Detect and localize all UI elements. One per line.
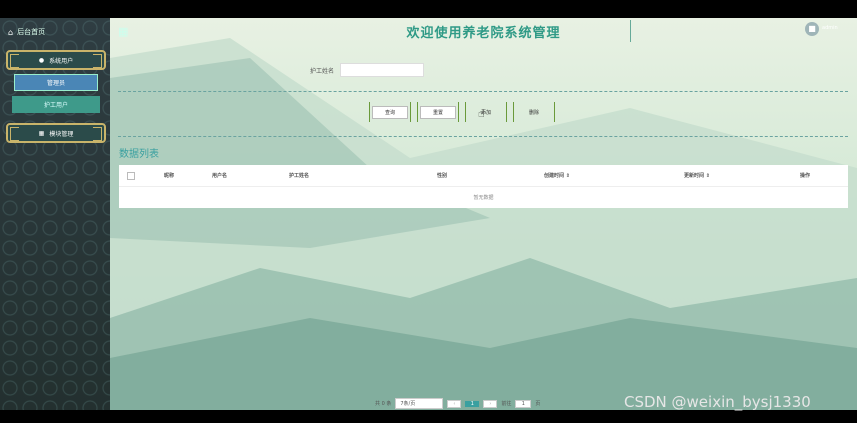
menu-system-users-label: 系统用户 xyxy=(49,57,74,65)
divider-bottom xyxy=(118,136,848,137)
avatar[interactable]: ■ xyxy=(805,22,819,36)
select-all-checkbox[interactable] xyxy=(127,172,135,180)
action-buttons: 查询 重置 添加 删除 xyxy=(369,102,555,122)
table-header: 昵称 用户名 护工姓名 性别 创建时间 ⇕ 更新时间 ⇕ 操作 xyxy=(119,165,848,187)
pagination-total: 共 0 条 xyxy=(375,401,392,407)
pagination: 共 0 条 7条/页 ‹ 1 › 前往 1 页 xyxy=(375,398,540,409)
app-window: ⌂ 后台首页 ● 系统用户 管理员 护工用户 ▦ 模块管理 ▦ 欢迎使用养老院系… xyxy=(0,18,857,410)
search-row: 护工姓名 xyxy=(310,63,425,77)
col-gender: 性别 xyxy=(437,173,448,179)
avatar-label: admin xyxy=(822,25,838,31)
prev-page-button[interactable]: ‹ xyxy=(447,399,462,408)
header-divider xyxy=(630,20,631,42)
col-updated-at[interactable]: 更新时间 ⇕ xyxy=(684,172,710,179)
menu-module-management-label: 模块管理 xyxy=(49,130,74,138)
home-label: 后台首页 xyxy=(17,28,46,36)
pointer-cursor-icon: ☝ xyxy=(478,107,485,120)
next-page-button[interactable]: › xyxy=(483,399,498,408)
reset-button[interactable]: 重置 xyxy=(417,102,459,122)
top-bar xyxy=(0,0,857,18)
grid-icon: ▦ xyxy=(38,129,45,137)
col-actions: 操作 xyxy=(800,173,811,179)
divider-top xyxy=(118,91,848,92)
mountain-background xyxy=(110,38,857,410)
nurse-name-input[interactable] xyxy=(340,63,425,77)
watermark: CSDN @weixin_bysj1330 xyxy=(624,393,811,411)
page-size-select[interactable]: 7条/页 xyxy=(395,398,444,409)
empty-state: 暂无数据 xyxy=(473,195,494,201)
col-nurse-name: 护工姓名 xyxy=(289,173,310,179)
query-button[interactable]: 查询 xyxy=(369,102,411,122)
goto-label: 前往 xyxy=(501,401,512,407)
section-title: 数据列表 xyxy=(119,149,159,160)
add-button[interactable]: 添加 xyxy=(465,102,507,122)
main-content: ▦ 欢迎使用养老院系统管理 ■ admin 护工姓名 查询 重置 添加 删除 ☝… xyxy=(110,18,857,410)
page-number-current[interactable]: 1 xyxy=(465,400,480,407)
sidebar-item-nurse-users[interactable]: 护工用户 xyxy=(12,96,100,113)
search-label: 护工姓名 xyxy=(310,67,335,75)
col-created-at[interactable]: 创建时间 ⇕ xyxy=(544,172,570,179)
sidebar: ⌂ 后台首页 ● 系统用户 管理员 护工用户 ▦ 模块管理 xyxy=(0,18,110,410)
data-table: 昵称 用户名 护工姓名 性别 创建时间 ⇕ 更新时间 ⇕ 操作 暂无数据 xyxy=(119,165,848,208)
home-icon: ⌂ xyxy=(8,27,14,37)
user-icon: ● xyxy=(38,56,45,64)
sidebar-item-admin[interactable]: 管理员 xyxy=(14,74,98,91)
page-title: 欢迎使用养老院系统管理 xyxy=(406,26,561,41)
page-suffix: 页 xyxy=(535,401,541,407)
home-link[interactable]: ⌂ 后台首页 xyxy=(8,27,45,37)
delete-button[interactable]: 删除 xyxy=(513,102,555,122)
col-username: 用户名 xyxy=(212,173,228,179)
header: ▦ 欢迎使用养老院系统管理 ■ admin xyxy=(110,18,857,44)
goto-page-input[interactable]: 1 xyxy=(515,399,532,408)
menu-module-management[interactable]: ▦ 模块管理 xyxy=(6,123,106,143)
menu-system-users[interactable]: ● 系统用户 xyxy=(6,50,106,70)
col-nickname: 昵称 xyxy=(164,173,175,179)
